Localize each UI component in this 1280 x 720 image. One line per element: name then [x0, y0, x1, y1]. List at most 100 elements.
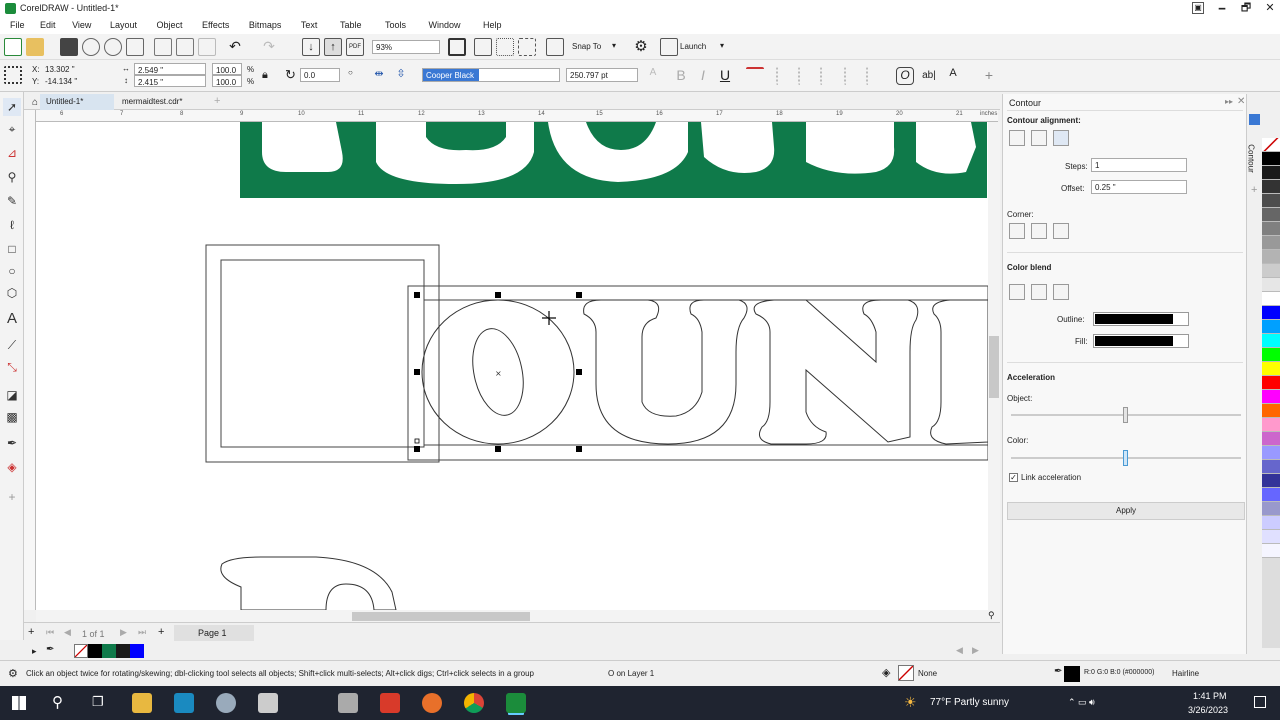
prev-page-icon[interactable]: ◀	[64, 627, 71, 638]
paste-icon[interactable]	[198, 38, 216, 56]
weather-text[interactable]: 77°F Partly sunny	[930, 697, 1009, 708]
corner-miter-button[interactable]	[1009, 223, 1025, 239]
palette-swatch[interactable]	[1262, 376, 1280, 390]
palette-swatch[interactable]	[1262, 236, 1280, 250]
gear-icon[interactable]: ⚙	[632, 38, 650, 56]
cut-icon[interactable]	[154, 38, 172, 56]
text-edit-button[interactable]: ab|	[920, 67, 938, 85]
palette-swatch[interactable]	[1262, 250, 1280, 264]
palette-swatch[interactable]	[1262, 138, 1280, 152]
copy-icon[interactable]	[176, 38, 194, 56]
properties-tab-icon[interactable]	[1249, 114, 1260, 125]
redo-icon[interactable]: ↷	[260, 38, 278, 56]
palette-swatch[interactable]	[1262, 320, 1280, 334]
dimension-tool-icon[interactable]: ⟋	[3, 336, 21, 354]
palette-scroll-right-icon[interactable]: ▶	[972, 645, 979, 656]
cloud-upload-icon[interactable]	[104, 38, 122, 56]
print-icon[interactable]	[126, 38, 144, 56]
palette-swatch[interactable]	[1262, 222, 1280, 236]
mirror-horizontal-icon[interactable]: ⇹	[370, 67, 388, 85]
bold-button[interactable]: B	[672, 67, 690, 85]
ellipse-tool-icon[interactable]: ○	[3, 262, 21, 280]
bullet-list-icon[interactable]	[776, 67, 794, 85]
palette-swatch[interactable]	[1262, 432, 1280, 446]
apply-button[interactable]: Apply	[1007, 502, 1245, 520]
palette-swatch[interactable]	[1262, 390, 1280, 404]
palette-swatch[interactable]	[1262, 474, 1280, 488]
columns-icon[interactable]	[866, 67, 884, 85]
full-screen-icon[interactable]	[448, 38, 466, 56]
palette-arrow-icon[interactable]: ▸	[32, 646, 37, 657]
scale-height-field[interactable]: 100.0	[212, 75, 242, 87]
coreldraw-icon[interactable]	[506, 693, 526, 713]
rulers-icon[interactable]	[474, 38, 492, 56]
offset-field[interactable]: 0.25 "	[1091, 180, 1187, 194]
palette-swatch[interactable]	[1262, 446, 1280, 460]
tab-untitled-1[interactable]: Untitled-1*	[40, 94, 114, 110]
minimize-button[interactable]: 🗕	[1210, 0, 1234, 18]
app-mail-icon[interactable]	[338, 693, 358, 713]
open-folder-icon[interactable]	[26, 38, 44, 56]
palette-swatch[interactable]	[1262, 292, 1280, 306]
pdf-icon[interactable]: PDF	[346, 38, 364, 56]
launch-icon[interactable]	[660, 38, 678, 56]
corner-round-button[interactable]	[1031, 223, 1047, 239]
palette-swatch[interactable]	[1262, 530, 1280, 544]
menu-object[interactable]: Object	[156, 18, 182, 30]
font-scale-icon[interactable]: A	[644, 67, 662, 85]
shape-tool-icon[interactable]: ⌖	[3, 120, 21, 138]
save-icon[interactable]	[60, 38, 78, 56]
new-tab-button[interactable]: +	[208, 94, 226, 110]
palette-swatch[interactable]	[1262, 348, 1280, 362]
no-color-swatch[interactable]	[74, 644, 88, 658]
color-slider-thumb[interactable]	[1123, 450, 1128, 466]
lock-ratio-icon[interactable]: 🔒︎	[262, 69, 268, 82]
text-properties-icon[interactable]: A	[944, 67, 962, 85]
transparency-tool-icon[interactable]: ▩	[3, 408, 21, 426]
zoom-level-field[interactable]: 93%	[372, 40, 440, 54]
palette-swatch[interactable]	[1262, 362, 1280, 376]
docker-expand-icon[interactable]: ▸▸	[1225, 97, 1233, 106]
page-tab[interactable]: Page 1	[174, 625, 254, 641]
object-origin-icon[interactable]	[4, 66, 22, 84]
palette-swatch[interactable]	[1262, 306, 1280, 320]
palette-swatch[interactable]	[1262, 152, 1280, 166]
menu-view[interactable]: View	[72, 18, 91, 30]
menu-edit[interactable]: Edit	[40, 18, 56, 30]
eyedropper-icon[interactable]: ✒	[46, 644, 54, 655]
doc-swatch-dark[interactable]	[116, 644, 130, 658]
menu-bitmaps[interactable]: Bitmaps	[249, 18, 282, 30]
contour-outside-button[interactable]	[1053, 130, 1069, 146]
width-field[interactable]: 2.549 "	[134, 63, 206, 75]
menu-help[interactable]: Help	[483, 18, 502, 30]
fill-tool-icon[interactable]: ◈	[3, 458, 21, 476]
notification-icon[interactable]	[1254, 696, 1266, 708]
link-acceleration-checkbox[interactable]: ✓	[1009, 473, 1018, 482]
numbered-list-icon[interactable]	[798, 67, 816, 85]
menu-tools[interactable]: Tools	[385, 18, 406, 30]
fill-color-picker[interactable]	[1093, 334, 1189, 348]
app-grid-icon[interactable]	[258, 693, 278, 713]
add-page-end-button[interactable]: +	[158, 626, 164, 638]
rotation-angle-field[interactable]: 0.0	[300, 68, 340, 82]
file-explorer-icon[interactable]	[132, 693, 152, 713]
y-position-field[interactable]: -14.134 "	[42, 75, 112, 87]
cloud-icon[interactable]	[82, 38, 100, 56]
export-icon[interactable]: ↑	[324, 38, 342, 56]
first-page-icon[interactable]: ⏮	[46, 627, 54, 638]
blend-counterclockwise-button[interactable]	[1053, 284, 1069, 300]
palette-swatch[interactable]	[1262, 516, 1280, 530]
x-position-field[interactable]: 13.302 "	[42, 63, 112, 75]
vertical-ruler[interactable]	[24, 110, 36, 610]
zoom-tool-icon[interactable]: ⚲	[3, 168, 21, 186]
pick-tool-icon[interactable]: ➚	[3, 98, 21, 116]
italic-button[interactable]: I	[694, 67, 712, 85]
app-cloud-icon[interactable]	[216, 693, 236, 713]
clock-date[interactable]: 3/26/2023	[1188, 705, 1228, 715]
palette-swatch[interactable]	[1262, 544, 1280, 558]
scale-width-field[interactable]: 100.0	[212, 63, 242, 75]
grid-icon[interactable]	[496, 38, 514, 56]
doc-swatch-green[interactable]	[102, 644, 116, 658]
tray-icons[interactable]: ⌃ ▭ 🔊︎	[1068, 697, 1095, 708]
drop-cap-icon[interactable]	[844, 67, 862, 85]
